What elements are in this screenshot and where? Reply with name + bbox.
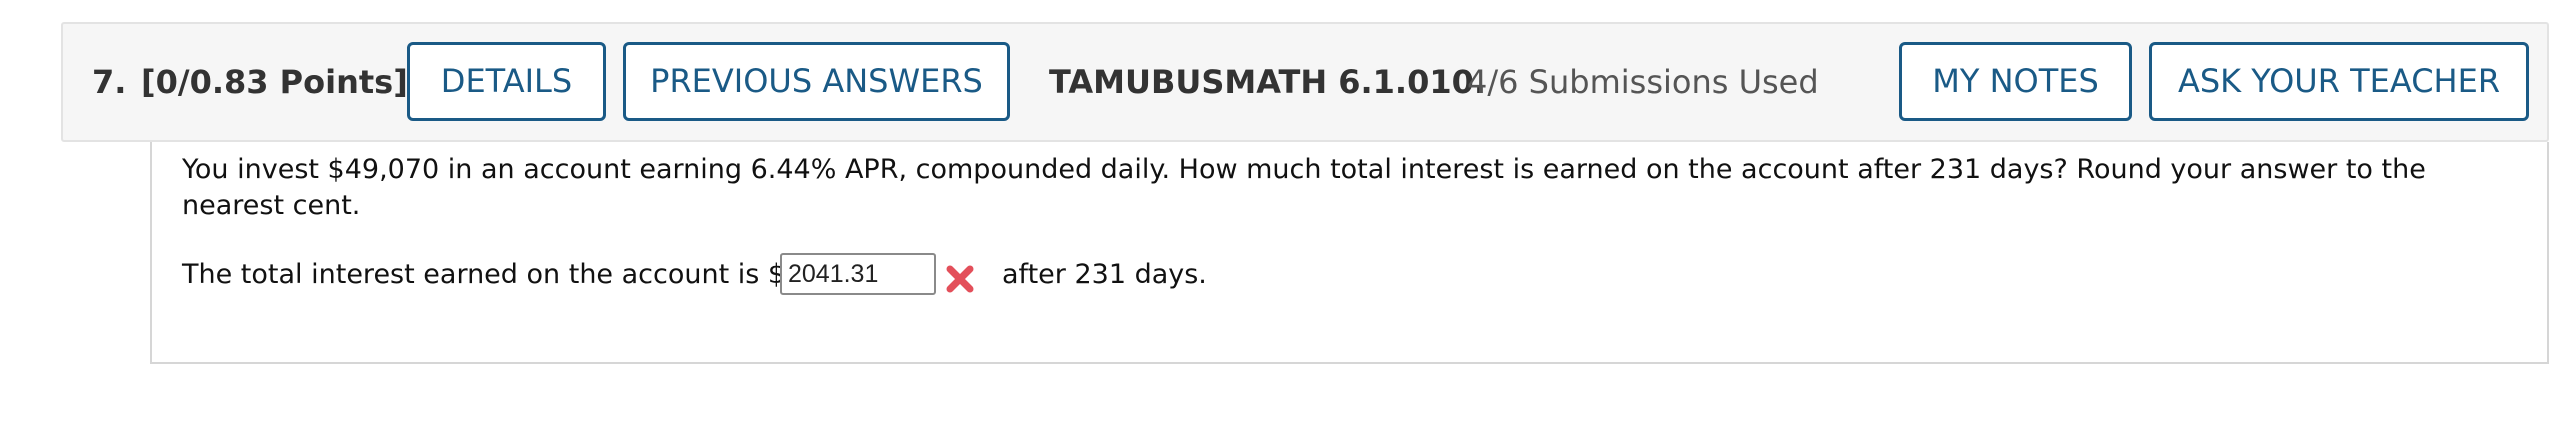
question-number: 7. bbox=[92, 63, 127, 101]
submissions-used: 4/6 Submissions Used bbox=[1467, 63, 1819, 101]
answer-suffix: after 231 days. bbox=[1002, 259, 1207, 290]
my-notes-button[interactable]: MY NOTES bbox=[1899, 42, 2132, 121]
ask-your-teacher-button[interactable]: ASK YOUR TEACHER bbox=[2149, 42, 2529, 121]
answer-input[interactable] bbox=[780, 253, 936, 295]
incorrect-x-icon bbox=[946, 265, 974, 293]
assignment-code: TAMUBUSMATH 6.1.010. bbox=[1049, 63, 1487, 101]
question-page: 7. [0/0.83 Points] DETAILS PREVIOUS ANSW… bbox=[0, 0, 2554, 429]
previous-answers-button[interactable]: PREVIOUS ANSWERS bbox=[623, 42, 1010, 121]
question-prompt: You invest $49,070 in an account earning… bbox=[182, 154, 2426, 221]
answer-prefix: The total interest earned on the account… bbox=[182, 259, 786, 290]
details-button[interactable]: DETAILS bbox=[407, 42, 606, 121]
question-points: [0/0.83 Points] bbox=[141, 63, 408, 101]
